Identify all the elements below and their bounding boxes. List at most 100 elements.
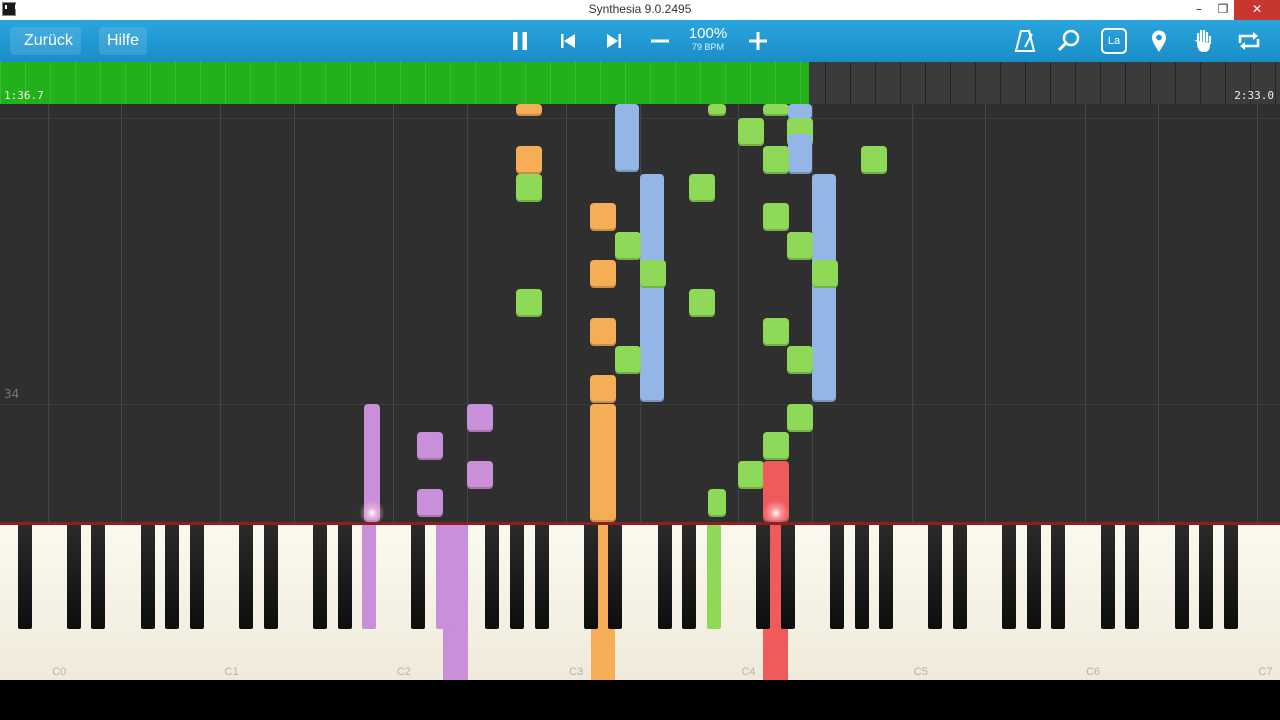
falling-note xyxy=(615,232,641,260)
grid-line xyxy=(48,104,49,522)
plus-icon[interactable] xyxy=(745,28,771,54)
skip-forward-icon[interactable] xyxy=(601,28,627,54)
metronome-icon[interactable] xyxy=(1012,28,1038,54)
falling-note xyxy=(763,318,789,346)
close-button[interactable]: ✕ xyxy=(1234,0,1280,20)
black-key[interactable] xyxy=(165,525,180,629)
falling-note xyxy=(689,289,715,317)
minimize-button[interactable]: – xyxy=(1186,0,1212,20)
falling-note xyxy=(787,404,813,432)
falling-note xyxy=(708,104,726,116)
black-key[interactable] xyxy=(140,525,155,629)
note-labels-icon[interactable]: La xyxy=(1101,28,1127,54)
octave-label: C6 xyxy=(1086,666,1101,678)
black-key[interactable] xyxy=(66,525,81,629)
grid-line xyxy=(393,104,394,522)
black-key[interactable] xyxy=(239,525,254,629)
song-progress-bar[interactable]: 1:36.7 2:33.0 xyxy=(0,62,1280,104)
black-key[interactable] xyxy=(953,525,967,629)
hand-icon[interactable] xyxy=(1191,28,1217,54)
black-key[interactable] xyxy=(91,525,106,629)
octave-label: C4 xyxy=(741,666,756,678)
pause-icon[interactable] xyxy=(507,28,533,54)
black-key[interactable] xyxy=(928,525,943,629)
black-key[interactable] xyxy=(829,525,844,629)
grid-line xyxy=(1085,104,1086,522)
black-key[interactable] xyxy=(854,525,869,629)
black-key[interactable] xyxy=(411,525,426,629)
note-hit-spark xyxy=(763,500,789,522)
falling-note xyxy=(590,375,616,403)
falling-note xyxy=(615,104,639,172)
black-key[interactable] xyxy=(706,525,721,629)
falling-note xyxy=(640,260,666,288)
black-key[interactable] xyxy=(1223,525,1238,629)
falling-notes-area: 34 xyxy=(0,104,1280,522)
tempo-bpm: 79 BPM xyxy=(691,42,724,52)
falling-note xyxy=(417,489,443,517)
black-key[interactable] xyxy=(1199,525,1214,629)
black-key[interactable] xyxy=(263,525,278,629)
falling-note xyxy=(763,146,789,174)
minus-icon[interactable] xyxy=(647,28,673,54)
black-key[interactable] xyxy=(313,525,327,629)
black-key[interactable] xyxy=(879,525,894,629)
black-key[interactable] xyxy=(189,525,204,629)
back-button[interactable]: Zurück xyxy=(10,27,81,55)
black-key[interactable] xyxy=(337,525,352,629)
falling-note xyxy=(615,346,641,374)
black-key[interactable] xyxy=(17,525,32,629)
black-key[interactable] xyxy=(682,525,697,629)
black-key[interactable] xyxy=(509,525,524,629)
loop-icon[interactable] xyxy=(1236,28,1262,54)
note-hit-spark xyxy=(359,500,385,522)
falling-note xyxy=(590,404,616,522)
measure-number: 34 xyxy=(4,387,20,401)
zoom-icon[interactable] xyxy=(1056,28,1082,54)
falling-note xyxy=(708,489,726,517)
falling-note xyxy=(516,289,542,317)
restore-button[interactable]: ❐ xyxy=(1210,0,1236,20)
help-button[interactable]: Hilfe xyxy=(99,27,148,55)
black-key[interactable] xyxy=(436,525,451,629)
tempo-display: 100% 79 BPM xyxy=(684,26,732,53)
progress-fill xyxy=(0,62,809,104)
black-key[interactable] xyxy=(485,525,500,629)
piano-keyboard[interactable]: C0 C1 C2 C3 C4 C5 C6 C7 xyxy=(0,522,1280,680)
black-key[interactable] xyxy=(1051,525,1066,629)
falling-note xyxy=(812,260,838,288)
black-key[interactable] xyxy=(583,525,598,629)
black-key[interactable] xyxy=(1002,525,1017,629)
octave-label: C5 xyxy=(913,666,928,678)
falling-note xyxy=(812,174,836,402)
grid-line xyxy=(912,104,913,522)
falling-note xyxy=(467,404,493,432)
black-key[interactable] xyxy=(534,525,549,629)
falling-note xyxy=(787,232,813,260)
bookmark-icon[interactable] xyxy=(1146,28,1172,54)
grid-line xyxy=(566,104,567,522)
window-title: Synthesia 9.0.2495 xyxy=(588,2,692,16)
black-key[interactable] xyxy=(1100,525,1115,629)
black-key[interactable] xyxy=(1026,525,1041,629)
falling-note xyxy=(467,461,493,489)
elapsed-time: 1:36.7 xyxy=(4,89,44,102)
grid-line xyxy=(738,104,739,522)
black-key[interactable] xyxy=(1125,525,1140,629)
skip-back-icon[interactable] xyxy=(555,28,581,54)
grid-line xyxy=(121,104,122,522)
falling-note xyxy=(763,432,789,460)
falling-note xyxy=(763,203,789,231)
black-key[interactable] xyxy=(362,525,377,629)
falling-note xyxy=(788,134,812,174)
grid-line xyxy=(294,104,295,522)
total-time: 2:33.0 xyxy=(1234,89,1274,102)
black-key[interactable] xyxy=(1174,525,1189,629)
falling-note xyxy=(590,318,616,346)
black-key[interactable] xyxy=(780,525,795,629)
black-key[interactable] xyxy=(657,525,672,629)
black-key[interactable] xyxy=(608,525,623,629)
falling-note xyxy=(590,203,616,231)
black-key[interactable] xyxy=(756,525,771,629)
white-key[interactable] xyxy=(1255,525,1280,680)
